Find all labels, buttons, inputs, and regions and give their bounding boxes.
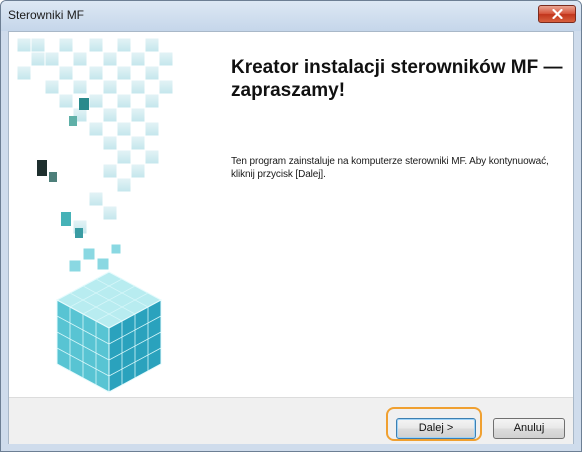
button-bar: Dalej > Anuluj: [9, 397, 573, 444]
close-icon: [552, 9, 563, 19]
window-title: Sterowniki MF: [8, 8, 85, 22]
next-button[interactable]: Dalej >: [396, 418, 476, 439]
wizard-description: Ten program zainstaluje na komputerze st…: [231, 156, 549, 180]
title-bar[interactable]: Sterowniki MF: [1, 1, 581, 31]
close-button[interactable]: [538, 5, 576, 23]
side-banner: [9, 32, 173, 397]
cube-graphic: [16, 37, 173, 393]
wizard-client-area: Kreator instalacji sterowników MF — zapr…: [8, 31, 574, 444]
cancel-button[interactable]: Anuluj: [493, 418, 565, 439]
wizard-heading: Kreator instalacji sterowników MF — zapr…: [231, 57, 563, 101]
installer-window: Sterowniki MF Kreator instalacji sterown…: [0, 0, 582, 452]
